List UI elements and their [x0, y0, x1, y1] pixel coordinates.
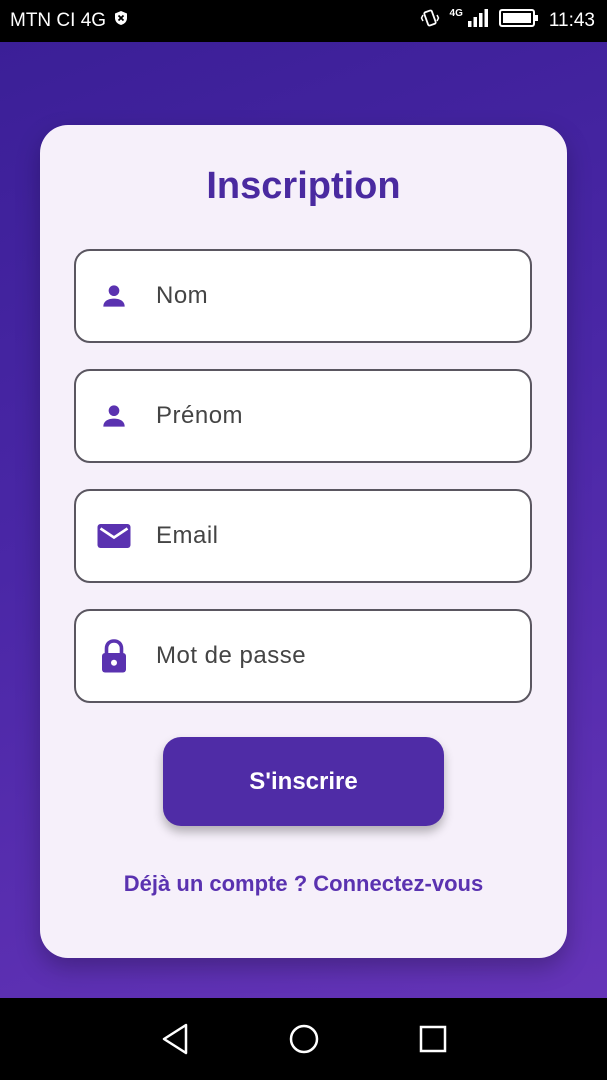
shield-icon [114, 10, 128, 32]
back-icon[interactable] [155, 1019, 195, 1059]
app-background: Inscription S'inscrire Déj [0, 42, 607, 998]
person-icon [96, 278, 132, 314]
email-input[interactable] [156, 522, 496, 550]
navigation-bar [0, 998, 607, 1080]
signal-icon [467, 8, 489, 34]
recents-icon[interactable] [413, 1019, 453, 1059]
carrier-label: MTN CI 4G [10, 10, 107, 31]
email-field[interactable] [74, 489, 532, 583]
signup-button[interactable]: S'inscrire [163, 737, 444, 826]
status-bar: MTN CI 4G 4G 11:43 [0, 0, 607, 42]
first-name-input[interactable] [156, 402, 496, 430]
home-icon[interactable] [284, 1019, 324, 1059]
page-title: Inscription [206, 165, 401, 207]
clock: 11:43 [548, 10, 595, 31]
last-name-input[interactable] [156, 282, 496, 310]
email-icon [96, 518, 132, 554]
login-link[interactable]: Déjà un compte ? Connectez-vous [40, 871, 567, 897]
vibrate-icon [420, 8, 440, 34]
battery-icon [498, 8, 539, 34]
network-type-label: 4G [449, 7, 463, 19]
signup-card: Inscription S'inscrire Déj [40, 125, 567, 958]
person-icon [96, 398, 132, 434]
lock-icon [96, 638, 132, 674]
last-name-field[interactable] [74, 249, 532, 343]
password-field[interactable] [74, 609, 532, 703]
password-input[interactable] [156, 642, 496, 670]
first-name-field[interactable] [74, 369, 532, 463]
